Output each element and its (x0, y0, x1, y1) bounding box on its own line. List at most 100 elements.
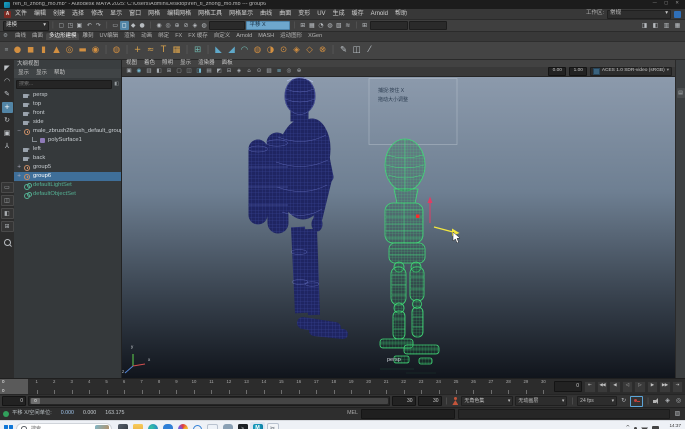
mel-label[interactable]: MEL (347, 411, 358, 416)
numeric-input-label-field[interactable]: 平移 X (246, 21, 290, 30)
menu-item[interactable]: 网格 (148, 11, 160, 17)
timeline-tick[interactable]: 2 (45, 379, 62, 394)
taskbar-app[interactable] (115, 422, 130, 429)
viewport-toolbar-icon[interactable]: ⊙ (255, 68, 263, 76)
outliner-filter-icon[interactable]: ◧ (114, 82, 119, 87)
viewport-menu-item[interactable]: 面板 (222, 61, 233, 67)
playback-button[interactable]: ▶▶ (659, 381, 671, 393)
shelf-icon[interactable]: ◼ (24, 44, 37, 57)
menu-item[interactable]: 修改 (91, 11, 103, 17)
outliner-item[interactable]: polySurface1 (14, 136, 121, 145)
menu-item[interactable]: 选择 (72, 11, 84, 17)
playback-button[interactable]: ⇥ (672, 381, 684, 393)
timeline-tick[interactable]: 5 (98, 379, 115, 394)
numeric-input-mode-icon[interactable]: ⊞ (360, 21, 369, 30)
toolbox-tool[interactable]: + (2, 102, 13, 113)
shelf-tab[interactable]: MASH (255, 33, 277, 41)
toolbox-tool[interactable]: ▣ (2, 128, 13, 139)
menu-item[interactable]: 生成 (333, 11, 345, 17)
viewport-3d-scene[interactable] (122, 77, 675, 378)
taskbar-app[interactable] (190, 422, 205, 429)
layout-button[interactable]: ◧ (1, 208, 14, 219)
file-icon[interactable]: ▢ (57, 21, 66, 30)
colorspace-checkbox-icon[interactable] (593, 68, 600, 75)
timeline-tick[interactable]: 4 (80, 379, 97, 394)
viewport-toolbar-icon[interactable]: ◫ (185, 68, 193, 76)
fps-dropdown[interactable]: 24 fps▾ (577, 396, 617, 406)
timeline-tick[interactable]: 19 (342, 379, 359, 394)
timeline-tick[interactable]: 13 (238, 379, 255, 394)
shelf-tab[interactable]: 渲染 (121, 33, 138, 41)
shelf-icon[interactable]: ▬ (76, 44, 89, 57)
viewport-toolbar-icon[interactable]: ◎ (285, 68, 293, 76)
shelf-tab[interactable]: 曲线 (12, 33, 29, 41)
history-render-icon[interactable]: ◍ (325, 21, 334, 30)
toolbox-tool[interactable]: ↻ (2, 115, 13, 126)
time-slider[interactable]: 0 0 123456789101112131415161718192021222… (0, 378, 685, 394)
menu-item[interactable]: 网格工具 (198, 11, 222, 17)
shelf-icon[interactable]: ◍ (110, 44, 123, 57)
shelf-icon[interactable]: ◑ (264, 44, 277, 57)
outliner-menu-item[interactable]: 显示 (36, 71, 47, 77)
menu-item[interactable]: 变形 (298, 11, 310, 17)
taskbar-search-input[interactable] (29, 425, 93, 429)
shelf-icon[interactable]: ⊞ (191, 44, 204, 57)
playback-loop-icon[interactable]: ↻ (619, 397, 628, 406)
viewport-toolbar-icon[interactable]: ⊞ (165, 68, 173, 76)
outliner-item[interactable]: + group6 (14, 172, 121, 181)
menu-item[interactable]: 编辑网格 (167, 11, 191, 17)
viewport-menu-item[interactable]: 视图 (126, 61, 137, 67)
panel-toggle-icon[interactable]: ◧ (651, 21, 660, 30)
shelf-tab[interactable]: 绑定 (155, 33, 172, 41)
start-button[interactable] (4, 425, 13, 429)
timeline-tick[interactable]: 22 (395, 379, 412, 394)
timeline-tick[interactable]: 23 (412, 379, 429, 394)
shelf-icon[interactable]: ◍ (251, 44, 264, 57)
shelf-icon[interactable]: + (131, 44, 144, 57)
shelf-icon[interactable]: ▲ (50, 44, 63, 57)
outliner-search-input[interactable] (16, 80, 112, 89)
range-slider-track[interactable]: 0 (28, 396, 390, 406)
shelf-tab[interactable]: 多边形建模 (46, 33, 80, 41)
panel-toggle-icon[interactable]: ◨ (640, 21, 649, 30)
timeline-tick[interactable]: 16 (290, 379, 307, 394)
range-slider-bar-fill[interactable] (30, 398, 388, 404)
shelf-tab[interactable]: UV编辑 (97, 33, 122, 41)
taskbar-search[interactable] (16, 423, 112, 429)
viewport-toolbar-icon[interactable]: ▥ (145, 68, 153, 76)
manipulator-center-handle[interactable] (416, 215, 419, 218)
history-render-icon[interactable]: ▧ (334, 21, 343, 30)
timeline-tick[interactable]: 28 (500, 379, 517, 394)
selected-green-wireframe-model[interactable] (362, 127, 452, 373)
timeline-tick[interactable]: 29 (517, 379, 534, 394)
selection-mode-icon[interactable]: ● (138, 21, 147, 30)
minimize-button[interactable]: — (652, 2, 657, 7)
panel-toggle-icon[interactable]: ▦ (673, 21, 682, 30)
file-icon[interactable]: ▣ (75, 21, 84, 30)
menu-item[interactable]: 曲面 (279, 11, 291, 17)
timeline-tick[interactable]: 6 (115, 379, 132, 394)
snap-icon[interactable]: ⊕ (172, 21, 181, 30)
outliner-item[interactable]: + group5 (14, 163, 121, 172)
shelf-icon[interactable]: ≈ (144, 44, 157, 57)
history-render-icon[interactable]: ▦ (307, 21, 316, 30)
timeline-tick[interactable]: 8 (150, 379, 167, 394)
outliner-menu-item[interactable]: 显示 (18, 71, 29, 77)
script-editor-icon[interactable]: ▨ (673, 410, 682, 419)
menu-item[interactable]: Arnold (371, 11, 388, 17)
selection-mode-icon[interactable]: ▭ (111, 21, 120, 30)
file-icon[interactable]: ◳ (66, 21, 75, 30)
panel-toggle-icon[interactable]: ▥ (662, 21, 671, 30)
outliner-item[interactable]: persp (14, 91, 121, 100)
menu-set-dropdown[interactable]: 建模▾ (3, 21, 49, 31)
weather-thumbnail[interactable] (95, 425, 109, 429)
timeline-tick[interactable]: 7 (133, 379, 150, 394)
human-wireframe-model[interactable] (222, 77, 362, 347)
shelf-icon[interactable]: ⊙ (277, 44, 290, 57)
menu-item[interactable]: 编辑 (34, 11, 46, 17)
taskbar-app[interactable] (175, 422, 190, 429)
layout-button[interactable]: ◫ (1, 195, 14, 206)
timeline-tick[interactable]: 3 (63, 379, 80, 394)
shelf-icon[interactable]: ◫ (350, 44, 363, 57)
menu-item[interactable]: 文件 (15, 11, 27, 17)
